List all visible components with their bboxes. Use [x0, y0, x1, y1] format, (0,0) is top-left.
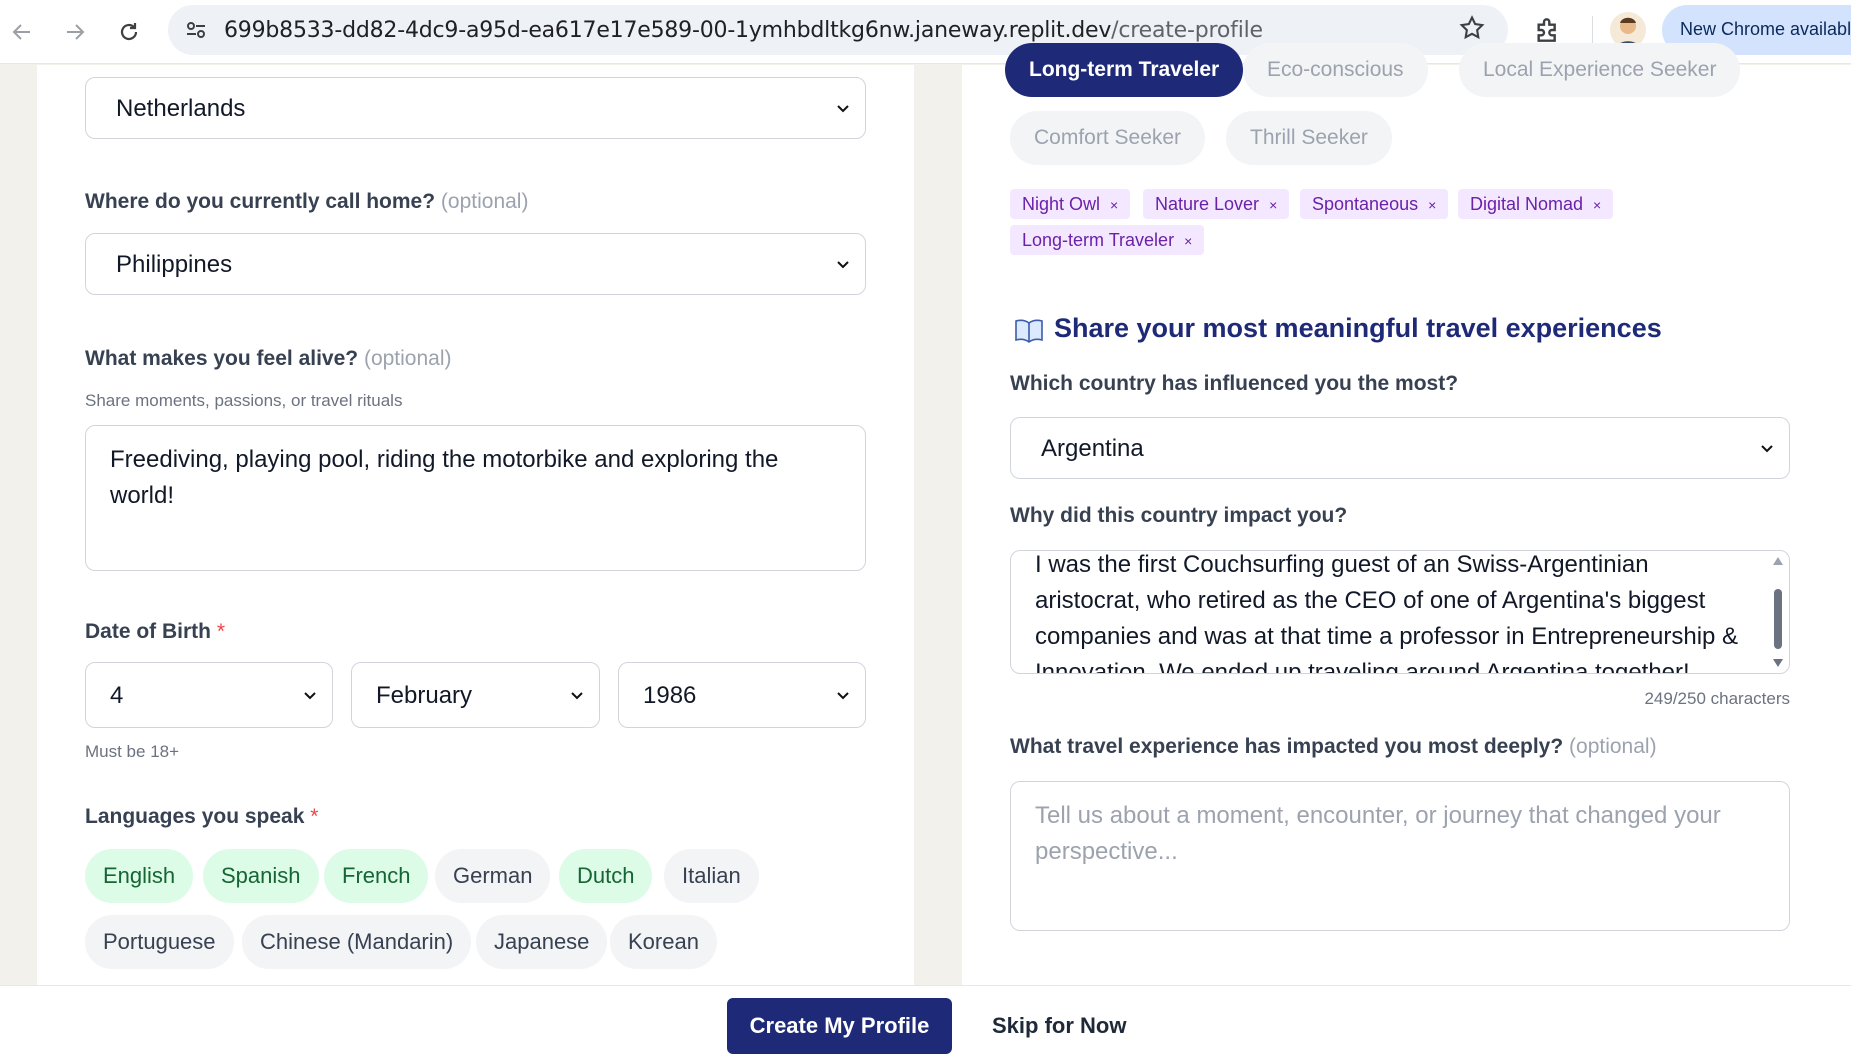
url-text: 699b8533-dd82-4dc9-a95d-ea617e17e589-00-…	[224, 18, 1263, 43]
profile-form-right-column: Long-term Traveler Eco-conscious Local E…	[962, 43, 1851, 985]
dob-label: Date of Birth *	[85, 620, 226, 643]
dob-year-select[interactable]: 1986	[618, 662, 866, 728]
remove-tag-icon[interactable]: ×	[1593, 197, 1601, 213]
chevron-down-icon	[837, 261, 849, 269]
country-impact-textarea[interactable]: I was the first Couchsurfing guest of an…	[1010, 550, 1790, 674]
site-info-icon[interactable]	[184, 18, 208, 42]
feel-alive-hint: Share moments, passions, or travel ritua…	[85, 391, 403, 410]
extensions-puzzle-icon[interactable]	[1532, 14, 1564, 46]
language-chip-chinese-mandarin[interactable]: Chinese (Mandarin)	[242, 915, 472, 969]
nationality-value: Netherlands	[116, 95, 246, 122]
dob-hint: Must be 18+	[85, 742, 180, 761]
remove-tag-icon[interactable]: ×	[1110, 197, 1118, 213]
selected-tag-digital-nomad: Digital Nomad ×	[1458, 189, 1614, 219]
home-label: Where do you currently call home? (optio…	[85, 190, 529, 213]
country-impact-text: I was the first Couchsurfing guest of an…	[1035, 551, 1739, 674]
influential-country-label: Which country has influenced you the mos…	[1010, 372, 1459, 395]
influential-country-value: Argentina	[1041, 435, 1144, 462]
open-book-icon	[1015, 319, 1043, 343]
language-chip-dutch[interactable]: Dutch	[559, 849, 653, 903]
language-chip-english[interactable]: English	[85, 849, 194, 903]
form-action-bar: Create My Profile Skip for Now	[0, 985, 1851, 1057]
language-chip-portuguese[interactable]: Portuguese	[85, 915, 234, 969]
trait-chip-comfort-seeker[interactable]: Comfort Seeker	[1010, 111, 1206, 165]
nationality-select[interactable]: Netherlands	[85, 77, 866, 139]
chevron-down-icon	[837, 105, 849, 113]
feel-alive-label: What makes you feel alive? (optional)	[85, 347, 452, 370]
character-count: 249/250 characters	[1644, 689, 1790, 708]
selected-tag-spontaneous: Spontaneous ×	[1300, 189, 1449, 219]
back-icon[interactable]	[4, 14, 40, 50]
language-chip-german[interactable]: German	[435, 849, 551, 903]
influential-country-select[interactable]: Argentina	[1010, 417, 1790, 479]
dob-month-value: February	[376, 682, 473, 709]
chevron-down-icon	[304, 692, 316, 700]
dob-month-select[interactable]: February	[351, 662, 600, 728]
deep-experience-textarea[interactable]: Tell us about a moment, encounter, or jo…	[1010, 781, 1790, 931]
remove-tag-icon[interactable]: ×	[1428, 197, 1436, 213]
dob-day-select[interactable]: 4	[85, 662, 333, 728]
reload-icon[interactable]	[111, 14, 147, 50]
country-impact-label: Why did this country impact you?	[1010, 504, 1348, 527]
bookmark-star-icon[interactable]	[1458, 14, 1486, 42]
textarea-scrollbar[interactable]	[1771, 555, 1785, 669]
profile-form-left-column: Netherlands Where do you currently call …	[37, 65, 914, 985]
home-country-select[interactable]: Philippines	[85, 233, 866, 295]
trait-chip-long-term-traveler[interactable]: Long-term Traveler	[1005, 43, 1244, 97]
selected-tag-nature-lover: Nature Lover ×	[1143, 189, 1290, 219]
trait-chip-thrill-seeker[interactable]: Thrill Seeker	[1226, 111, 1392, 165]
remove-tag-icon[interactable]: ×	[1269, 197, 1277, 213]
skip-for-now-button[interactable]: Skip for Now	[992, 998, 1126, 1054]
chevron-down-icon	[571, 692, 583, 700]
toolbar-divider	[1592, 16, 1593, 44]
language-chip-korean[interactable]: Korean	[610, 915, 717, 969]
language-chip-french[interactable]: French	[324, 849, 429, 903]
feel-alive-textarea[interactable]: Freediving, playing pool, riding the mot…	[85, 425, 866, 571]
trait-chip-eco-conscious[interactable]: Eco-conscious	[1243, 43, 1428, 97]
dob-day-value: 4	[110, 682, 124, 709]
forward-icon[interactable]	[57, 14, 93, 50]
home-country-value: Philippines	[116, 251, 233, 278]
dob-year-value: 1986	[643, 682, 697, 709]
create-profile-button[interactable]: Create My Profile	[727, 998, 952, 1054]
chevron-down-icon	[837, 692, 849, 700]
language-chip-italian[interactable]: Italian	[664, 849, 759, 903]
trait-chip-local-experience-seeker[interactable]: Local Experience Seeker	[1459, 43, 1741, 97]
chevron-down-icon	[1761, 445, 1773, 453]
remove-tag-icon[interactable]: ×	[1184, 233, 1192, 249]
selected-tag-night-owl: Night Owl ×	[1010, 189, 1131, 219]
selected-tag-long-term-traveler: Long-term Traveler ×	[1010, 225, 1205, 255]
deep-experience-label: What travel experience has impacted you …	[1010, 735, 1657, 758]
section-title: Share your most meaningful travel experi…	[1054, 313, 1662, 343]
language-chip-spanish[interactable]: Spanish	[203, 849, 319, 903]
language-chip-japanese[interactable]: Japanese	[476, 915, 608, 969]
languages-label: Languages you speak *	[85, 805, 319, 828]
